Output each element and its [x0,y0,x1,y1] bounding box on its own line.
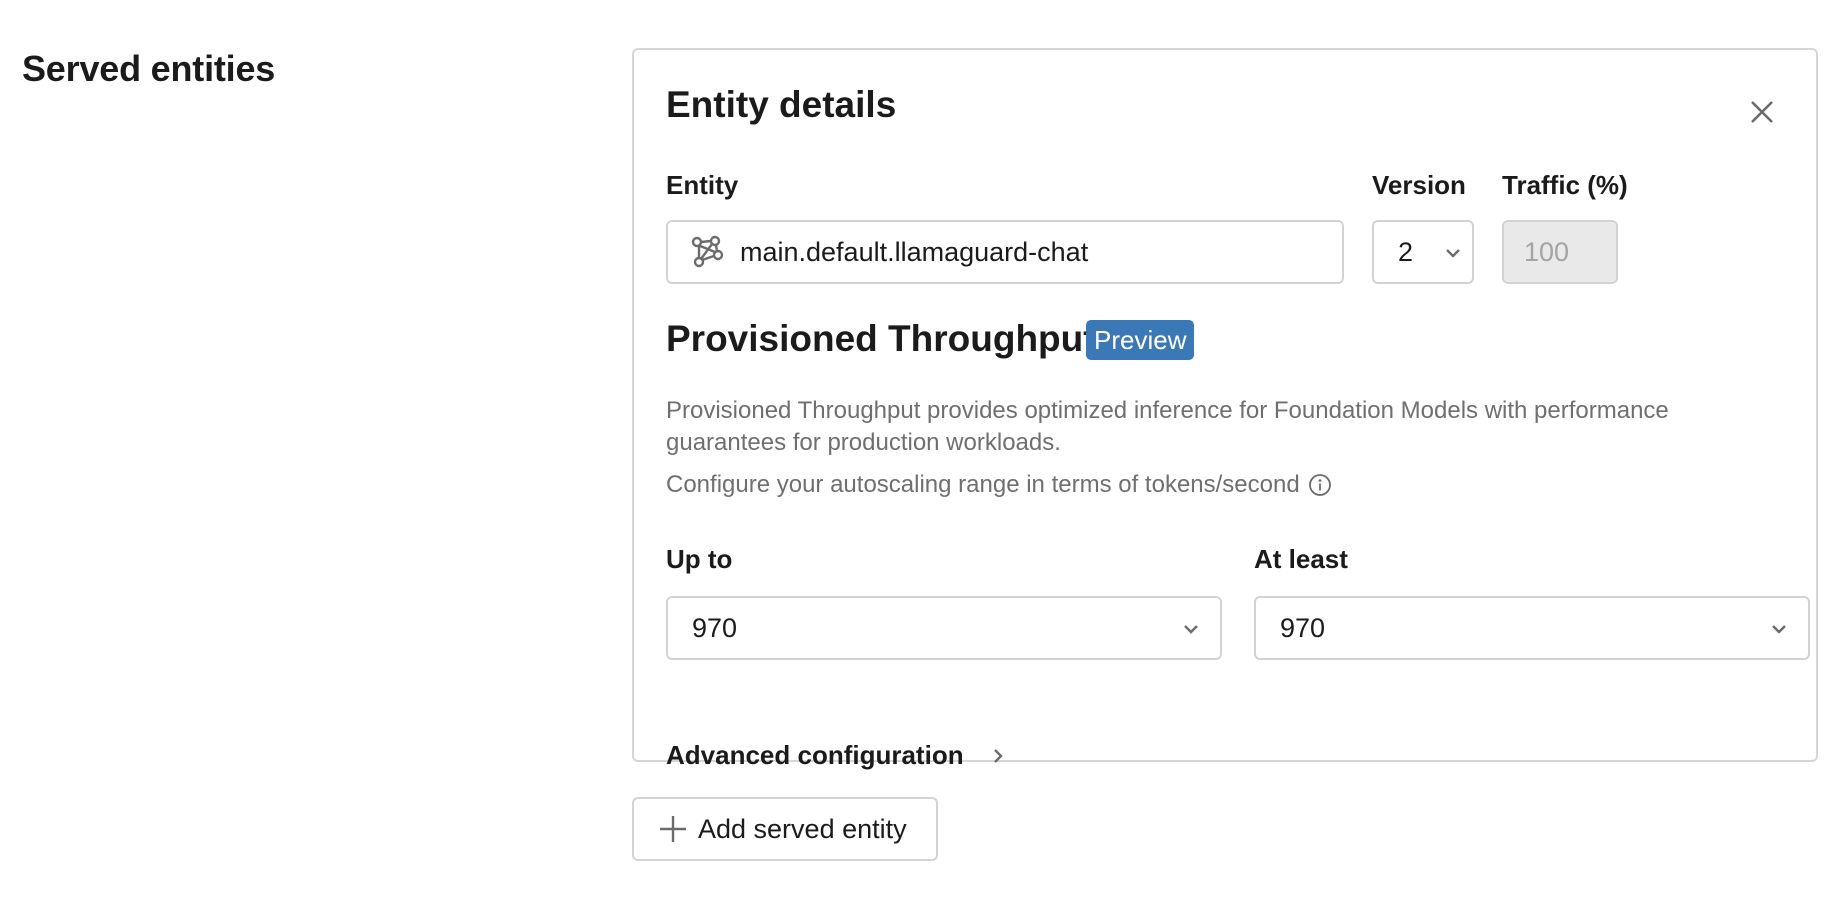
autoscaling-hint: Configure your autoscaling range in term… [666,469,1332,501]
up-to-value: 970 [692,612,738,643]
provisioned-throughput-title: Provisioned Throughput [666,318,1096,359]
at-least-value: 970 [1280,612,1326,643]
version-value: 2 [1398,236,1414,267]
advanced-configuration-toggle[interactable]: Advanced configuration [666,740,1006,771]
version-select[interactable]: 2 [1372,220,1474,284]
close-icon [1751,101,1773,123]
plus-icon [660,816,686,842]
section-title: Served entities [22,48,276,89]
autoscaling-hint-text: Configure your autoscaling range in term… [666,471,1300,498]
up-to-label: Up to [666,544,733,574]
close-button[interactable] [1742,92,1782,132]
traffic-value: 100 [1524,236,1570,267]
model-graph-icon [691,235,724,268]
preview-badge: Preview [1086,320,1195,360]
chevron-right-icon [993,748,1003,763]
version-label: Version [1372,170,1466,200]
traffic-input[interactable]: 100 [1502,220,1618,284]
chevron-down-icon [1184,625,1198,634]
entity-field[interactable]: main.default.llamaguard-chat [666,220,1344,284]
entity-details-card: Entity details Entity main.default.llama… [632,48,1818,770]
chevron-down-icon [1772,625,1786,634]
entity-value: main.default.llamaguard-chat [740,236,1089,267]
card-title: Entity details [666,84,897,125]
add-served-entity-label: Add served entity [698,813,907,844]
provisioned-throughput-description: Provisioned Throughput provides optimize… [666,397,1669,456]
chevron-down-icon [1446,249,1460,258]
entity-label: Entity [666,170,739,200]
at-least-select[interactable]: 970 [1254,596,1810,660]
at-least-label: At least [1254,544,1348,574]
traffic-label: Traffic (%) [1502,170,1628,200]
advanced-configuration-label: Advanced configuration [666,740,964,770]
add-served-entity-button[interactable]: Add served entity [632,797,938,861]
up-to-select[interactable]: 970 [666,596,1222,660]
info-icon[interactable] [1308,473,1332,497]
